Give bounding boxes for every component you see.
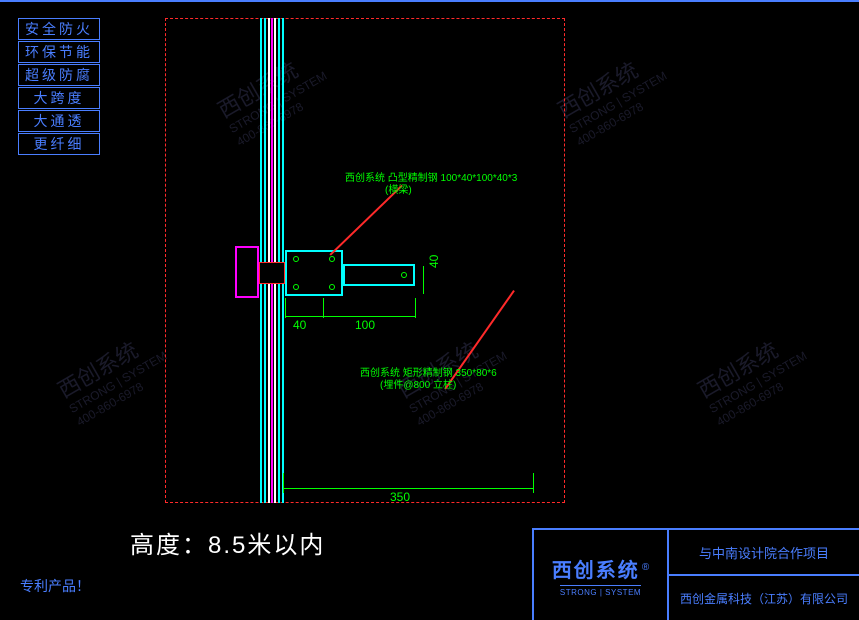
project-name: 与中南设计院合作项目 xyxy=(669,530,859,576)
thermal-break xyxy=(259,262,285,284)
section-boundary xyxy=(165,18,565,503)
steel-profile-body xyxy=(285,250,343,296)
registered-mark: ® xyxy=(642,562,649,573)
dimension-40v: 40 xyxy=(427,255,441,268)
badge: 超级防腐 xyxy=(18,64,100,86)
cad-drawing: 西创系统 凸型精制钢 100*40*100*40*3 (横梁) 西创系统 矩形精… xyxy=(165,18,565,503)
dim-extension xyxy=(423,266,424,294)
annotation-profile-2: 西创系统 矩形精制钢 350*80*6 (埋件@800 立柱) xyxy=(360,368,497,392)
dim-extension xyxy=(285,316,415,317)
watermark: 西创系统STRONG | SYSTEM400-860-6978 xyxy=(54,326,177,429)
dim-extension xyxy=(283,488,533,489)
company-name: 西创金属科技（江苏）有限公司 xyxy=(669,576,859,620)
dimension-100: 100 xyxy=(355,318,375,332)
top-border xyxy=(0,0,859,2)
feature-badges: 安全防火 环保节能 超级防腐 大跨度 大通透 更纤细 xyxy=(18,18,100,155)
logo-cell: 西创系统® STRONG | SYSTEM xyxy=(534,530,669,620)
logo-subtext: STRONG | SYSTEM xyxy=(560,585,641,597)
title-block: 西创系统® STRONG | SYSTEM 与中南设计院合作项目 西创金属科技（… xyxy=(532,528,859,620)
badge: 大通透 xyxy=(18,110,100,132)
watermark: 西创系统STRONG | SYSTEM400-860-6978 xyxy=(554,46,677,149)
dim-extension xyxy=(415,298,416,318)
dim-extension xyxy=(533,473,534,493)
dim-extension xyxy=(285,298,286,318)
badge: 环保节能 xyxy=(18,41,100,63)
annotation-profile-1: 西创系统 凸型精制钢 100*40*100*40*3 (横梁) xyxy=(345,173,517,197)
patent-note: 专利产品！ xyxy=(20,576,90,596)
steel-profile-extension xyxy=(343,264,415,286)
title-info-column: 与中南设计院合作项目 西创金属科技（江苏）有限公司 xyxy=(669,530,859,620)
dim-extension xyxy=(323,298,324,318)
watermark: 西创系统STRONG | SYSTEM400-860-6978 xyxy=(694,326,817,429)
glass-panel-lines xyxy=(260,18,282,503)
dimension-350: 350 xyxy=(390,490,410,504)
badge: 大跨度 xyxy=(18,87,100,109)
dim-extension xyxy=(283,473,284,493)
logo-text: 西创系统 xyxy=(552,560,640,582)
pressure-cap xyxy=(235,246,259,298)
column-outline xyxy=(530,18,534,503)
badge: 更纤细 xyxy=(18,133,100,155)
badge: 安全防火 xyxy=(18,18,100,40)
dimension-40: 40 xyxy=(293,318,306,332)
height-note: 高度：8.5米以内 xyxy=(130,525,325,560)
